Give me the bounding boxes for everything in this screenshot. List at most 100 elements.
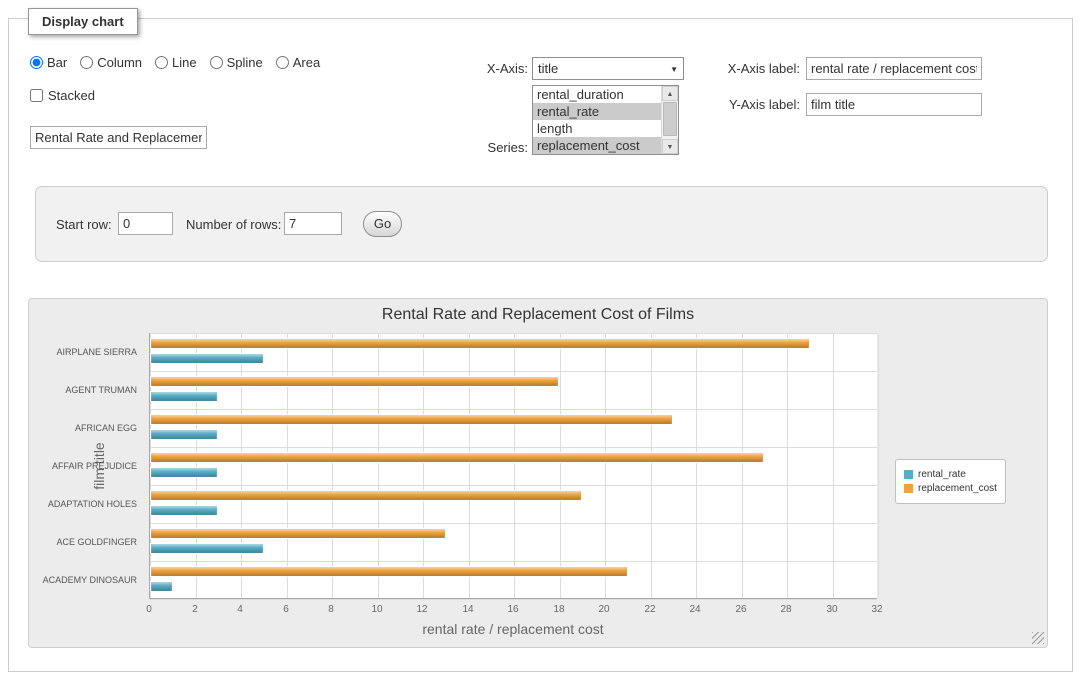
chart-type-option-column[interactable]: Column [80, 55, 142, 70]
chart-type-option-label: Bar [47, 55, 67, 70]
chart-type-option-bar[interactable]: Bar [30, 55, 67, 70]
value-axis-tick-labels: 02468101214161820222426283032 [149, 604, 909, 618]
bar-rental_rate[interactable] [150, 505, 218, 516]
chevron-down-icon: ▼ [670, 58, 678, 81]
chart-type-option-line[interactable]: Line [155, 55, 197, 70]
bar-replacement_cost[interactable] [150, 376, 559, 387]
gridline [332, 333, 333, 598]
chart-legend: rental_rate replacement_cost [895, 459, 1006, 504]
x-tick-label: 22 [630, 604, 670, 615]
gridline [150, 447, 877, 448]
bar-replacement_cost[interactable] [150, 338, 810, 349]
stacked-option[interactable]: Stacked [30, 88, 95, 103]
bar-rental_rate[interactable] [150, 467, 218, 478]
chart-type-radio-spline[interactable] [210, 56, 223, 69]
chart-type-option-label: Line [172, 55, 197, 70]
series-option-replacement_cost[interactable]: replacement_cost [533, 137, 661, 154]
resize-handle-icon[interactable] [1032, 632, 1044, 644]
x-axis-select-label: X-Axis: [458, 61, 528, 76]
category-axis-labels: AIRPLANE SIERRAAGENT TRUMANAFRICAN EGGAF… [29, 333, 143, 599]
legend-label: rental_rate [918, 469, 966, 480]
bar-rental_rate[interactable] [150, 429, 218, 440]
bar-replacement_cost[interactable] [150, 528, 446, 539]
y-axis-label-input[interactable] [806, 93, 982, 116]
legend-swatch [904, 470, 913, 479]
series-option-length[interactable]: length [533, 120, 661, 137]
x-tick-label: 6 [266, 604, 306, 615]
x-axis-label-input[interactable] [806, 57, 982, 80]
series-listbox[interactable]: rental_durationrental_ratelengthreplacem… [532, 85, 679, 155]
chart-type-option-area[interactable]: Area [276, 55, 320, 70]
bar-replacement_cost[interactable] [150, 414, 673, 425]
x-axis-select-value: title [538, 61, 558, 76]
gridline [150, 523, 877, 524]
x-tick-label: 24 [675, 604, 715, 615]
x-tick-label: 20 [584, 604, 624, 615]
x-tick-label: 2 [175, 604, 215, 615]
bar-replacement_cost[interactable] [150, 452, 764, 463]
go-button[interactable]: Go [363, 211, 402, 237]
category-label: AFFAIR PREJUDICE [29, 447, 137, 485]
chart-type-option-label: Spline [227, 55, 263, 70]
x-tick-label: 4 [220, 604, 260, 615]
number-of-rows-label: Number of rows: [186, 217, 281, 232]
chart-title-input[interactable] [30, 126, 207, 149]
gridline [378, 333, 379, 598]
scroll-down-icon[interactable]: ▼ [662, 139, 678, 154]
series-options: rental_durationrental_ratelengthreplacem… [533, 86, 661, 154]
chart-type-radio-line[interactable] [155, 56, 168, 69]
gridline [560, 333, 561, 598]
gridline [196, 333, 197, 598]
x-axis-select[interactable]: title ▼ [532, 57, 684, 80]
gridline [787, 333, 788, 598]
category-label: AFRICAN EGG [29, 409, 137, 447]
legend-item-rental_rate[interactable]: rental_rate [904, 469, 997, 480]
chart-type-radio-column[interactable] [80, 56, 93, 69]
chart-type-option-label: Column [97, 55, 142, 70]
gridline [742, 333, 743, 598]
chart-type-radio-area[interactable] [276, 56, 289, 69]
plot-area [149, 333, 877, 599]
x-tick-label: 26 [721, 604, 761, 615]
chart-type-radio-group: Bar Column Line Spline Area [30, 55, 320, 70]
bar-rental_rate[interactable] [150, 353, 264, 364]
x-tick-label: 10 [357, 604, 397, 615]
chart-type-radio-bar[interactable] [30, 56, 43, 69]
x-tick-label: 18 [539, 604, 579, 615]
bar-rental_rate[interactable] [150, 581, 173, 592]
number-of-rows-input[interactable] [284, 212, 342, 235]
chart-type-option-spline[interactable]: Spline [210, 55, 263, 70]
gridline [514, 333, 515, 598]
x-axis-title: rental rate / replacement cost [149, 621, 877, 637]
category-label: ACE GOLDFINGER [29, 523, 137, 561]
bar-rental_rate[interactable] [150, 543, 264, 554]
x-tick-label: 32 [857, 604, 897, 615]
gridline [150, 333, 151, 598]
series-option-rental_duration[interactable]: rental_duration [533, 86, 661, 103]
category-label: AIRPLANE SIERRA [29, 333, 137, 371]
fieldset-legend: Display chart [28, 8, 138, 35]
category-label: ACADEMY DINOSAUR [29, 561, 137, 599]
gridline [150, 371, 877, 372]
rows-panel: Start row: Number of rows: Go [35, 186, 1048, 262]
series-listbox-scrollbar[interactable]: ▲ ▼ [661, 86, 678, 154]
chart-type-option-label: Area [293, 55, 320, 70]
series-option-rental_rate[interactable]: rental_rate [533, 103, 661, 120]
gridline [423, 333, 424, 598]
y-axis-label-field-label: Y-Axis label: [700, 97, 800, 112]
bar-replacement_cost[interactable] [150, 566, 628, 577]
gridline [651, 333, 652, 598]
bar-rental_rate[interactable] [150, 391, 218, 402]
x-tick-label: 28 [766, 604, 806, 615]
category-label: AGENT TRUMAN [29, 371, 137, 409]
chart-title: Rental Rate and Replacement Cost of Film… [29, 306, 1047, 324]
gridline [287, 333, 288, 598]
gridline [605, 333, 606, 598]
start-row-input[interactable] [118, 212, 173, 235]
scrollbar-thumb[interactable] [663, 102, 677, 136]
stacked-checkbox[interactable] [30, 89, 43, 102]
x-tick-label: 16 [493, 604, 533, 615]
bar-replacement_cost[interactable] [150, 490, 582, 501]
legend-item-replacement_cost[interactable]: replacement_cost [904, 483, 997, 494]
scroll-up-icon[interactable]: ▲ [662, 86, 678, 101]
